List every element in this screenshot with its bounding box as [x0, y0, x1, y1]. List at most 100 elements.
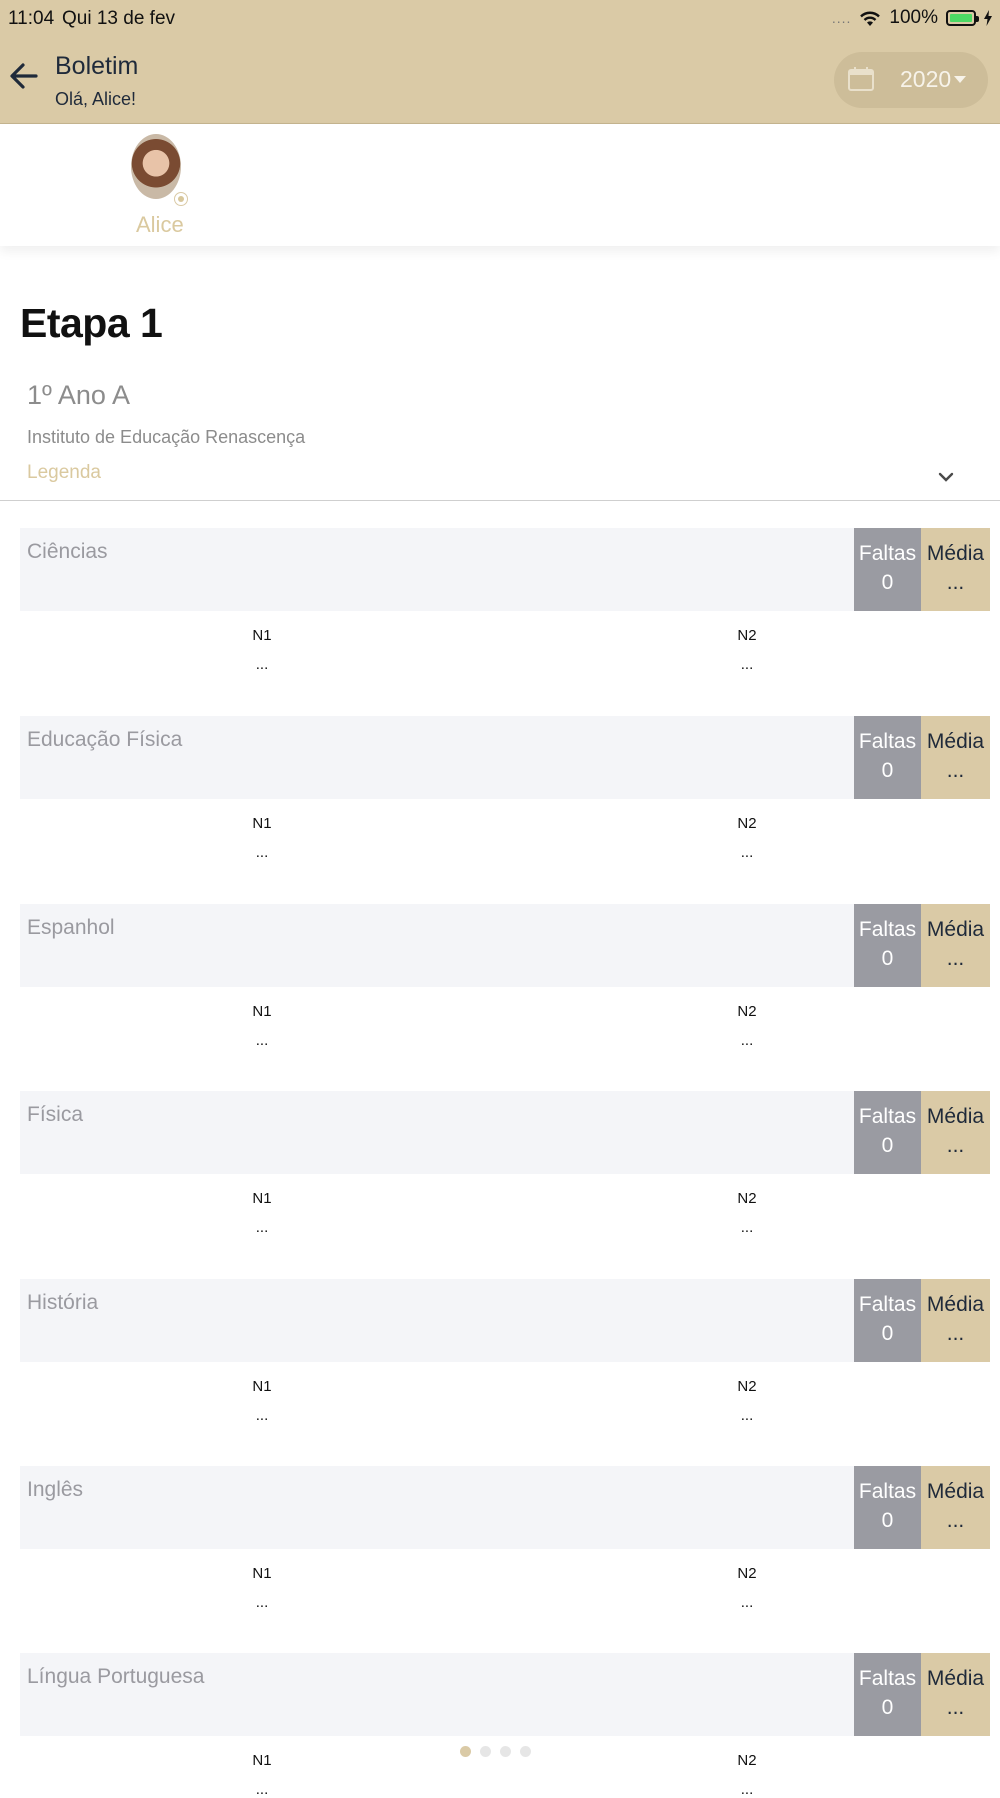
page-dot-2[interactable]: [480, 1746, 491, 1757]
grade-n1: N1 ...: [222, 815, 302, 861]
media-label: Média: [926, 1105, 985, 1128]
grade-label: N1: [252, 1003, 272, 1020]
page-title: Boletim: [55, 52, 139, 80]
faltas-value: 0: [881, 947, 894, 970]
grade-n2: N2 ...: [707, 1752, 787, 1798]
faltas-label: Faltas: [858, 730, 917, 753]
grade-n2: N2 ...: [707, 1190, 787, 1236]
grade-label: N2: [737, 1378, 757, 1395]
profile-selector: Alice: [0, 124, 1000, 246]
media-label: Média: [926, 1667, 985, 1690]
grade-label: N2: [737, 1752, 757, 1769]
nav-bar: Boletim Olá, Alice! 2020: [0, 36, 1000, 124]
year-value: 2020: [900, 66, 952, 92]
subject-header[interactable]: Física Faltas 0 Média ...: [20, 1091, 990, 1174]
faltas-box: Faltas 0: [854, 904, 921, 987]
wifi-icon: [860, 11, 881, 26]
grade-n1: N1 ...: [222, 627, 302, 673]
grade-value: ...: [740, 1407, 754, 1424]
status-time: 11:04: [8, 8, 55, 29]
subject-name: Física: [27, 1103, 84, 1126]
calendar-icon: [848, 67, 874, 91]
faltas-value: 0: [881, 571, 894, 594]
avatar[interactable]: [131, 134, 181, 199]
media-label: Média: [926, 1480, 985, 1503]
selected-check-icon: [174, 192, 188, 206]
grade-label: N1: [252, 1190, 272, 1207]
legend-link[interactable]: Legenda: [27, 462, 101, 484]
media-label: Média: [926, 918, 985, 941]
media-box: Média ...: [921, 1279, 990, 1362]
school-name: Instituto de Educação Renascença: [27, 427, 306, 447]
grade-value: ...: [740, 1032, 754, 1049]
subject-header[interactable]: Espanhol Faltas 0 Média ...: [20, 904, 990, 987]
grade-label: N2: [737, 1190, 757, 1207]
media-label: Média: [926, 730, 985, 753]
subject-name: Educação Física: [27, 728, 183, 751]
grade-label: N1: [252, 1752, 272, 1769]
grade-n1: N1 ...: [222, 1752, 302, 1798]
subject-name: Inglês: [27, 1478, 84, 1501]
page-dot-4[interactable]: [520, 1746, 531, 1757]
grade-value: ...: [740, 1594, 754, 1611]
subject-header[interactable]: Língua Portuguesa Faltas 0 Média ...: [20, 1653, 990, 1736]
media-value: ...: [946, 571, 965, 594]
faltas-label: Faltas: [858, 1105, 917, 1128]
media-value: ...: [946, 1509, 965, 1532]
battery-percent: 100%: [889, 7, 938, 28]
grade-n2: N2 ...: [707, 815, 787, 861]
battery-fill: [950, 14, 972, 22]
grade-value: ...: [255, 844, 269, 861]
media-value: ...: [946, 1134, 965, 1157]
media-value: ...: [946, 1696, 965, 1719]
stage-title: Etapa 1: [20, 300, 163, 346]
grade-label: N2: [737, 815, 757, 832]
grade-n2: N2 ...: [707, 1003, 787, 1049]
back-arrow-icon: [10, 63, 38, 89]
divider: [0, 500, 1000, 501]
faltas-label: Faltas: [858, 1667, 917, 1690]
subject-header[interactable]: História Faltas 0 Média ...: [20, 1279, 990, 1362]
status-date: Qui 13 de fev: [62, 8, 176, 29]
media-label: Média: [926, 542, 985, 565]
grade-n1: N1 ...: [222, 1003, 302, 1049]
faltas-label: Faltas: [858, 542, 917, 565]
media-value: ...: [946, 1322, 965, 1345]
grade-n2: N2 ...: [707, 1565, 787, 1611]
page-dot-3[interactable]: [500, 1746, 511, 1757]
grade-value: ...: [255, 1407, 269, 1424]
media-box: Média ...: [921, 1466, 990, 1549]
grade-label: N1: [252, 1378, 272, 1395]
subject-header[interactable]: Ciências Faltas 0 Média ...: [20, 528, 990, 611]
faltas-box: Faltas 0: [854, 1091, 921, 1174]
grade-label: N2: [737, 1565, 757, 1582]
subject-name: Língua Portuguesa: [27, 1665, 205, 1688]
grade-n1: N1 ...: [222, 1565, 302, 1611]
grade-label: N2: [737, 627, 757, 644]
year-selector[interactable]: 2020: [834, 52, 988, 108]
faltas-box: Faltas 0: [854, 1279, 921, 1362]
subject-header[interactable]: Educação Física Faltas 0 Média ...: [20, 716, 990, 799]
grade-value: ...: [255, 1781, 269, 1798]
page-indicator[interactable]: [460, 1746, 531, 1757]
grade-value: ...: [255, 1032, 269, 1049]
media-box: Média ...: [921, 1091, 990, 1174]
grade-value: ...: [740, 1781, 754, 1798]
grade-label: N1: [252, 627, 272, 644]
subject-header[interactable]: Inglês Faltas 0 Média ...: [20, 1466, 990, 1549]
media-label: Média: [926, 1293, 985, 1316]
grade-value: ...: [255, 656, 269, 673]
caret-down-icon: [954, 76, 966, 83]
grade-value: ...: [255, 1219, 269, 1236]
faltas-value: 0: [881, 1134, 894, 1157]
grade-value: ...: [740, 656, 754, 673]
grade-label: N2: [737, 1003, 757, 1020]
chevron-down-icon[interactable]: [936, 467, 956, 487]
faltas-box: Faltas 0: [854, 528, 921, 611]
subject-name: Ciências: [27, 540, 108, 563]
faltas-label: Faltas: [858, 918, 917, 941]
back-button[interactable]: [4, 56, 44, 96]
profile-name[interactable]: Alice: [136, 212, 184, 238]
page-dot-1[interactable]: [460, 1746, 471, 1757]
media-box: Média ...: [921, 716, 990, 799]
